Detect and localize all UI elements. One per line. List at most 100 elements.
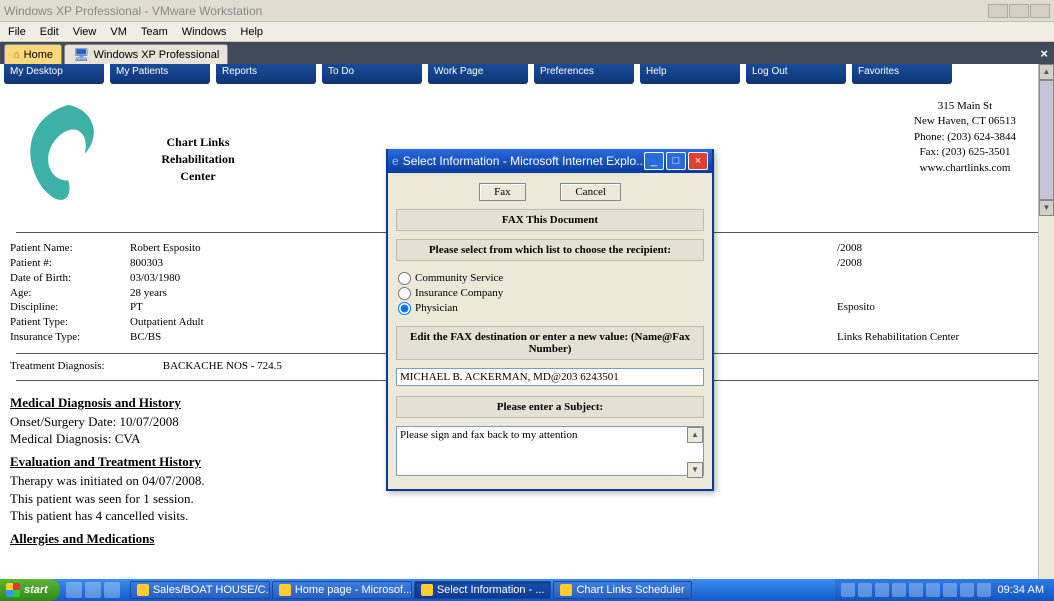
value-insurance: BC/BS <box>130 330 161 345</box>
scroll-down-icon[interactable]: ▼ <box>687 462 703 478</box>
tray-icon[interactable] <box>960 583 974 597</box>
tray-icon[interactable] <box>909 583 923 597</box>
scroll-up-icon[interactable]: ▲ <box>687 427 703 443</box>
task-label: Home page - Microsof... <box>295 584 412 596</box>
menu-edit[interactable]: Edit <box>40 26 59 38</box>
nav-log-out[interactable]: Log Out <box>746 64 846 84</box>
taskbar-tasks: Sales/BOAT HOUSE/C... Home page - Micros… <box>126 579 835 601</box>
app-topnav: My Desktop My Patients Reports To Do Wor… <box>0 64 1054 84</box>
menu-vm[interactable]: VM <box>110 26 127 38</box>
nav-preferences[interactable]: Preferences <box>534 64 634 84</box>
task-scheduler[interactable]: Chart Links Scheduler <box>553 581 691 599</box>
task-home-page[interactable]: Home page - Microsof... <box>272 581 412 599</box>
tray-icon[interactable] <box>977 583 991 597</box>
home-icon: ⌂ <box>13 49 20 61</box>
menu-file[interactable]: File <box>8 26 26 38</box>
scroll-down-icon[interactable]: ▼ <box>1039 200 1054 216</box>
tray-icon[interactable] <box>875 583 889 597</box>
modal-minimize-icon[interactable]: _ <box>644 152 664 170</box>
monitor-icon: 🖥 <box>73 47 90 63</box>
nav-my-desktop[interactable]: My Desktop <box>4 64 104 84</box>
text-sessions: This patient was seen for 1 session. <box>10 490 1044 508</box>
ql-app-icon[interactable] <box>104 582 120 598</box>
menu-team[interactable]: Team <box>141 26 168 38</box>
radio-physician-label: Physician <box>415 302 458 314</box>
tab-xp[interactable]: 🖥 Windows XP Professional <box>64 44 228 64</box>
modal-maximize-icon[interactable]: □ <box>666 152 686 170</box>
tray-icon[interactable] <box>926 583 940 597</box>
scroll-thumb[interactable] <box>1039 80 1054 200</box>
value-discipline: PT <box>130 300 143 315</box>
ql-desktop-icon[interactable] <box>85 582 101 598</box>
contact-addr1: 315 Main St <box>914 99 1016 114</box>
cancel-button[interactable]: Cancel <box>560 183 621 201</box>
menu-view[interactable]: View <box>73 26 97 38</box>
label-dob: Date of Birth: <box>10 271 130 286</box>
label-patient-name: Patient Name: <box>10 241 130 256</box>
logo <box>8 94 118 224</box>
fax-destination-input[interactable] <box>396 368 704 386</box>
modal-heading-select: Please select from which list to choose … <box>396 239 704 261</box>
page-scrollbar[interactable]: ▲ ▼ <box>1038 64 1054 579</box>
ql-ie-icon[interactable] <box>66 582 82 598</box>
modal-titlebar[interactable]: e Select Information - Microsoft Interne… <box>388 149 712 173</box>
modal-close-icon[interactable]: × <box>688 152 708 170</box>
radio-community[interactable]: Community Service <box>398 271 702 286</box>
tray-icon[interactable] <box>943 583 957 597</box>
value-diagnosis: BACKACHE NOS - 724.5 <box>163 360 282 372</box>
nav-reports[interactable]: Reports <box>216 64 316 84</box>
vmware-title: Windows XP Professional - VMware Worksta… <box>4 4 988 18</box>
radio-insurance[interactable]: Insurance Company <box>398 286 702 301</box>
value-right-date1: /2008 <box>837 241 862 256</box>
tab-home[interactable]: ⌂Home <box>4 44 62 64</box>
label-age: Age: <box>10 286 130 301</box>
textarea-scrollbar[interactable]: ▲▼ <box>687 427 703 478</box>
system-tray: 09:34 AM <box>835 579 1054 601</box>
windows-logo-icon <box>6 583 20 597</box>
label-discipline: Discipline: <box>10 300 130 315</box>
tab-xp-label: Windows XP Professional <box>94 49 220 61</box>
guest-viewport: My Desktop My Patients Reports To Do Wor… <box>0 64 1054 579</box>
label-patient-type: Patient Type: <box>10 315 130 330</box>
nav-help[interactable]: Help <box>640 64 740 84</box>
label-diagnosis: Treatment Diagnosis: <box>10 360 160 372</box>
radio-community-label: Community Service <box>415 272 503 284</box>
contact-block: 315 Main St New Haven, CT 06513 Phone: (… <box>914 94 1046 224</box>
start-label: start <box>24 584 48 596</box>
subject-input[interactable] <box>396 426 704 476</box>
modal-heading-subject: Please enter a Subject: <box>396 396 704 418</box>
nav-work-page[interactable]: Work Page <box>428 64 528 84</box>
maximize-icon[interactable] <box>1009 4 1029 18</box>
center-line3: Center <box>118 168 278 185</box>
text-cancelled: This patient has 4 cancelled visits. <box>10 507 1044 525</box>
ie-icon <box>560 584 572 596</box>
modal-heading-fax: FAX This Document <box>396 209 704 231</box>
tray-icon[interactable] <box>858 583 872 597</box>
value-right-name: Esposito <box>837 300 875 315</box>
scroll-up-icon[interactable]: ▲ <box>1039 64 1054 80</box>
tray-icon[interactable] <box>841 583 855 597</box>
value-right-date2: /2008 <box>837 256 862 271</box>
task-label: Chart Links Scheduler <box>576 584 684 596</box>
vmware-menubar: File Edit View VM Team Windows Help <box>0 22 1054 42</box>
task-select-info[interactable]: Select Information - ... <box>414 581 552 599</box>
fax-button[interactable]: Fax <box>479 183 526 201</box>
task-label: Select Information - ... <box>437 584 545 596</box>
menu-windows[interactable]: Windows <box>182 26 227 38</box>
nav-my-patients[interactable]: My Patients <box>110 64 210 84</box>
center-line2: Rehabilitation <box>118 151 278 168</box>
menu-help[interactable]: Help <box>240 26 263 38</box>
value-patient-num: 800303 <box>130 256 163 271</box>
close-icon[interactable] <box>1030 4 1050 18</box>
vmware-window-controls <box>988 4 1050 18</box>
start-button[interactable]: start <box>0 579 60 601</box>
vmware-tabs: ⌂Home 🖥 Windows XP Professional × <box>0 42 1054 64</box>
clock[interactable]: 09:34 AM <box>994 584 1048 596</box>
nav-favorites[interactable]: Favorites <box>852 64 952 84</box>
tab-close-icon[interactable]: × <box>1040 46 1048 61</box>
nav-to-do[interactable]: To Do <box>322 64 422 84</box>
minimize-icon[interactable] <box>988 4 1008 18</box>
tray-icon[interactable] <box>892 583 906 597</box>
task-sales[interactable]: Sales/BOAT HOUSE/C... <box>130 581 270 599</box>
radio-physician[interactable]: Physician <box>398 301 702 316</box>
